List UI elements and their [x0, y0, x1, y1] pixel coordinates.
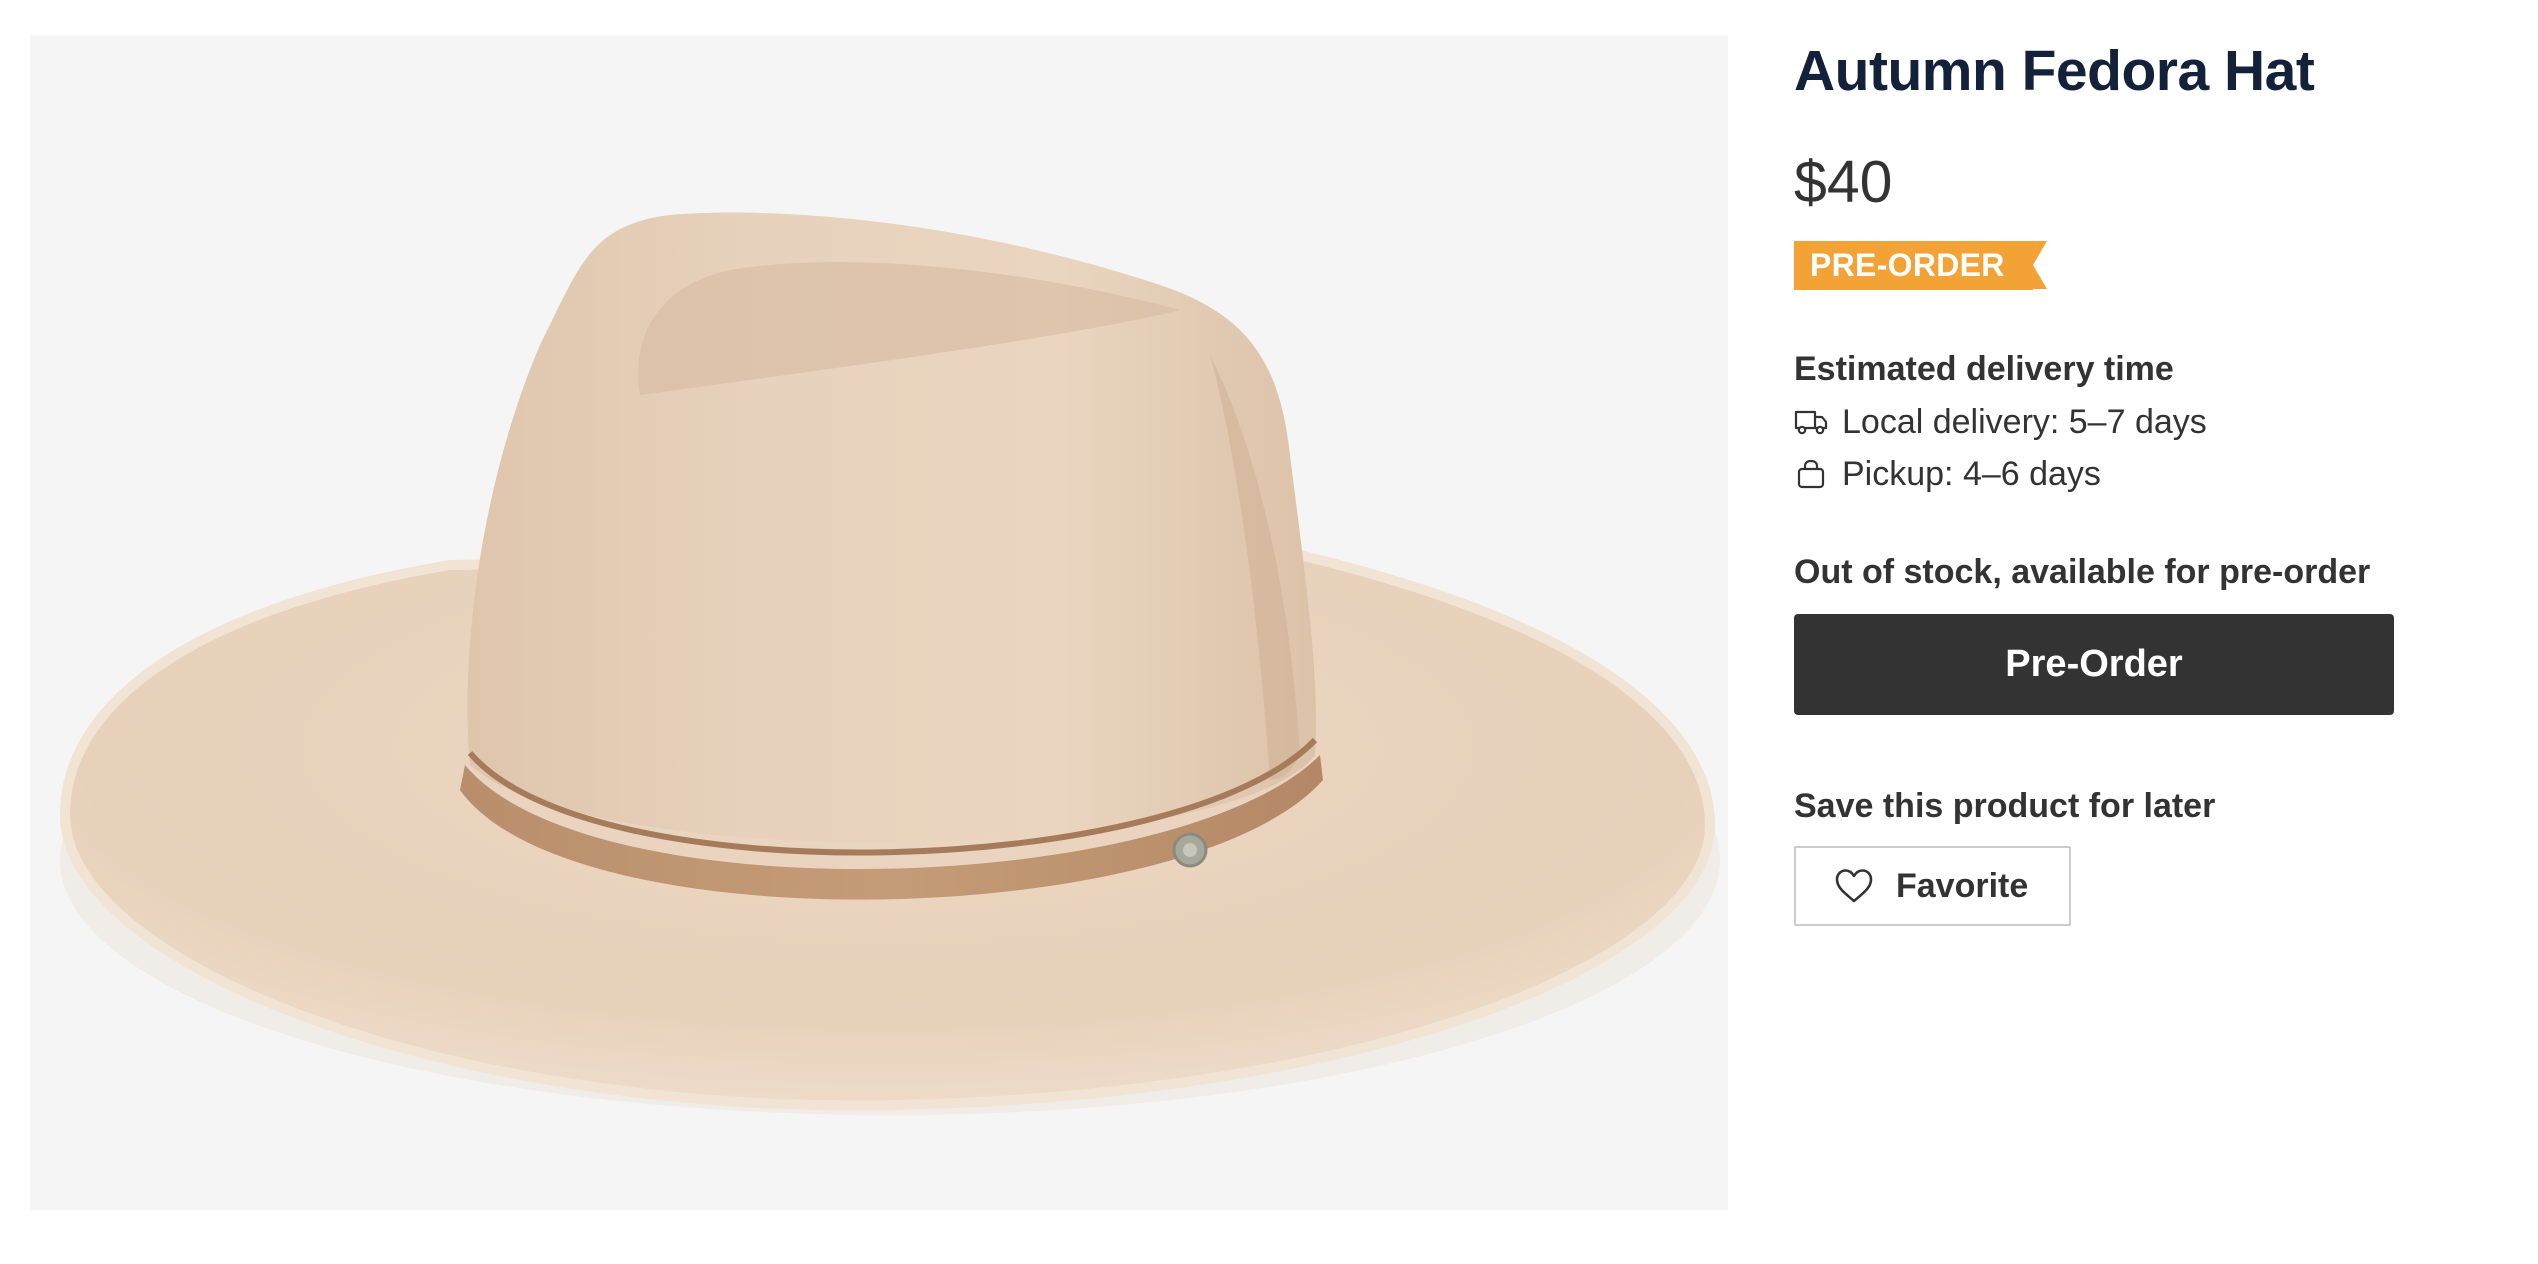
local-delivery-row: Local delivery: 5–7 days [1794, 403, 2494, 441]
fedora-hat-image [59, 212, 1720, 1115]
preorder-button[interactable]: Pre-Order [1794, 614, 2394, 715]
product-details: Autumn Fedora Hat $40 PRE-ORDER Estimate… [1794, 35, 2494, 926]
product-image [30, 35, 1728, 1210]
shopping-bag-icon [1794, 457, 1828, 491]
product-title: Autumn Fedora Hat [1794, 39, 2315, 103]
product-price: $40 [1794, 149, 1893, 215]
local-delivery-text: Local delivery: 5–7 days [1842, 402, 2207, 441]
delivery-heading: Estimated delivery time [1794, 350, 2174, 388]
favorite-button[interactable]: Favorite [1794, 846, 2071, 926]
preorder-badge: PRE-ORDER [1794, 241, 2047, 290]
pickup-row: Pickup: 4–6 days [1794, 455, 2494, 493]
stock-status: Out of stock, available for pre-order [1794, 553, 2371, 591]
pickup-text: Pickup: 4–6 days [1842, 454, 2101, 493]
heart-icon [1834, 868, 1874, 904]
save-for-later-heading: Save this product for later [1794, 787, 2216, 825]
favorite-label: Favorite [1896, 866, 2029, 905]
truck-icon [1794, 405, 1828, 439]
